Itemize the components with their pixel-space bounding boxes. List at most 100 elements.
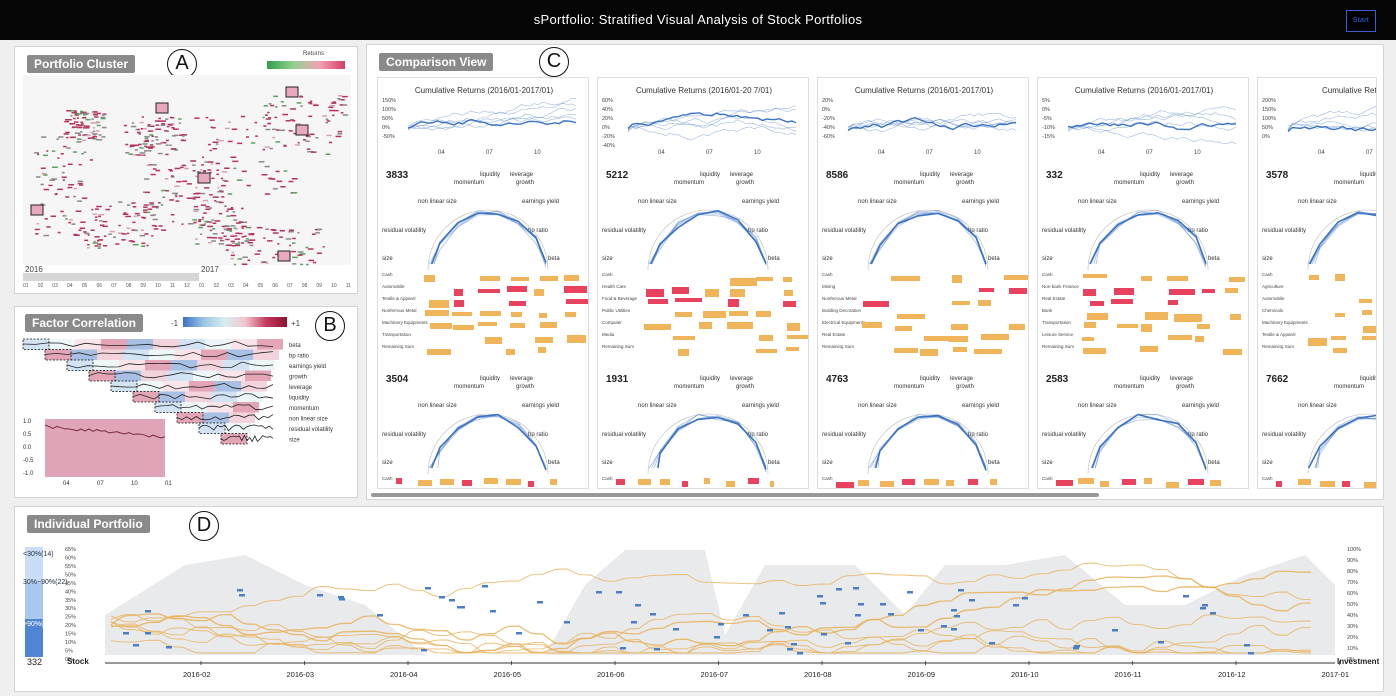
returns-x-tick: 04: [878, 150, 885, 156]
returns-x-tick: 07: [706, 150, 713, 156]
portfolio-point: [67, 186, 73, 189]
comparison-card[interactable]: Cumulative Returns (20 200% 150% 100% 50% 0% 0…: [1257, 77, 1377, 489]
portfolio-point: [195, 186, 198, 189]
portfolio-point: [235, 228, 238, 230]
portfolio-point: [126, 204, 131, 206]
stock-node: [145, 632, 151, 635]
factor-radar-chart[interactable]: [1078, 192, 1218, 272]
portfolio-point: [288, 130, 293, 132]
correlation-cell: [233, 402, 259, 413]
portfolio-point: [71, 112, 78, 114]
time-range-brush[interactable]: [23, 273, 199, 281]
industry-label: Cash: [822, 272, 833, 277]
stock-node: [631, 621, 637, 624]
portfolio-point: [170, 148, 176, 150]
factor-radar-chart[interactable]: [858, 396, 998, 476]
industry-weight-bar: [1082, 337, 1094, 341]
comparison-card[interactable]: Cumulative Returns (2016/01-20 7/01) 60% 4…: [597, 77, 809, 489]
radar-axis-label: leverage: [1170, 172, 1194, 178]
portfolio-point: [99, 224, 105, 226]
portfolio-point: [181, 223, 184, 225]
portfolio-point: [312, 261, 317, 264]
portfolio-point: [272, 256, 276, 259]
factor-radar-chart[interactable]: [858, 192, 998, 272]
factor-correlation-matrix[interactable]: beta bp ratio earnings yield growth leverage…: [22, 335, 353, 495]
portfolio-point: [245, 226, 252, 229]
cumulative-returns-title: Cumulative Returns (2016/01-20 7/01): [635, 86, 773, 95]
portfolio-point: [142, 143, 148, 145]
portfolio-point: [85, 112, 90, 115]
factor-radar-chart[interactable]: [638, 396, 778, 476]
radar-profile-line: [1094, 416, 1207, 472]
factor-radar-chart[interactable]: [418, 192, 558, 272]
portfolio-point: [137, 131, 141, 134]
comparison-card[interactable]: Cumulative Returns (2016/01-2017/01) 20% 0…: [817, 77, 1029, 489]
radar-axis-label: size: [382, 460, 393, 466]
portfolio-point: [94, 236, 100, 238]
comparison-card[interactable]: Cumulative Returns (2016/01-2017/01) 5% 0%…: [1037, 77, 1249, 489]
start-button[interactable]: Start: [1346, 10, 1376, 32]
factor-radar-chart[interactable]: [1298, 192, 1377, 272]
portfolio-point: [210, 163, 213, 165]
industry-weight-bar: [1229, 277, 1245, 282]
cumulative-returns-chart[interactable]: [407, 96, 578, 148]
month-tick: 06: [272, 283, 278, 289]
portfolio-scatter-plot[interactable]: [23, 75, 351, 266]
portfolio-point: [229, 230, 233, 232]
portfolio-point: [265, 262, 269, 264]
portfolio-point: [109, 230, 115, 233]
industry-weight-bar: [1166, 482, 1179, 488]
industry-weight-bar: [566, 299, 588, 304]
radar-axis-label: growth: [1176, 384, 1195, 390]
portfolio-point: [292, 263, 297, 265]
portfolio-point: [96, 205, 102, 208]
cumulative-returns-chart[interactable]: [1287, 96, 1377, 148]
industry-label: Agriculture: [1262, 284, 1284, 289]
portfolio-point: [160, 204, 164, 206]
industry-weight-bar: [946, 480, 954, 486]
portfolio-point: [236, 179, 243, 181]
stock-weight-tick: 10%: [65, 640, 76, 646]
portfolio-point: [92, 133, 98, 135]
returns-x-tick: 04: [658, 150, 665, 156]
cumulative-returns-chart[interactable]: [1067, 96, 1238, 148]
factor-label: earnings yield: [289, 364, 326, 370]
portfolio-point: [276, 180, 283, 183]
radar-axis-label: growth: [516, 384, 535, 390]
portfolio-point: [218, 237, 223, 239]
factor-radar-chart[interactable]: [1078, 396, 1218, 476]
holding-period-bar[interactable]: [25, 547, 43, 657]
portfolio-point: [129, 145, 135, 147]
industry-weight-bar: [727, 322, 753, 329]
stock-node: [1244, 644, 1250, 647]
portfolio-point: [305, 246, 309, 249]
horizontal-scrollbar[interactable]: [371, 493, 1099, 497]
month-tick: 01: [23, 283, 29, 289]
cumulative-returns-title: Cumulative Returns (20: [1321, 86, 1377, 95]
factor-radar-chart[interactable]: [1298, 396, 1377, 476]
radar-profile-line: [430, 210, 547, 265]
portfolio-point: [215, 143, 219, 145]
portfolio-point: [41, 136, 47, 138]
portfolio-point: [72, 151, 78, 153]
portfolio-point: [288, 231, 294, 233]
portfolio-evolution-chart[interactable]: 65% 60% 55% 50% 45% 40% 35% 30% 25% 20% 15% 10% 5% 0%…: [65, 545, 1385, 685]
comparison-card[interactable]: Cumulative Returns (2016/01-2017/01) 150%…: [377, 77, 589, 489]
time-tick-label: 2016-10: [1011, 670, 1039, 679]
portfolio-point: [60, 210, 64, 213]
radar-profile-line: [653, 413, 767, 472]
industry-weight-bar: [1230, 314, 1241, 320]
cumulative-returns-chart[interactable]: [627, 96, 798, 148]
portfolio-point: [265, 228, 269, 230]
stock-node: [785, 626, 791, 629]
factor-radar-chart[interactable]: [638, 192, 778, 272]
industry-weight-bar: [1090, 301, 1104, 306]
stock-node: [425, 587, 431, 590]
factor-radar-chart[interactable]: [418, 396, 558, 476]
stock-node: [797, 652, 803, 655]
cumulative-returns-chart[interactable]: [847, 96, 1018, 148]
correlation-cell: [67, 360, 93, 371]
portfolio-point: [155, 143, 162, 145]
portfolio-point: [214, 220, 221, 222]
industry-weight-bar: [396, 478, 402, 484]
